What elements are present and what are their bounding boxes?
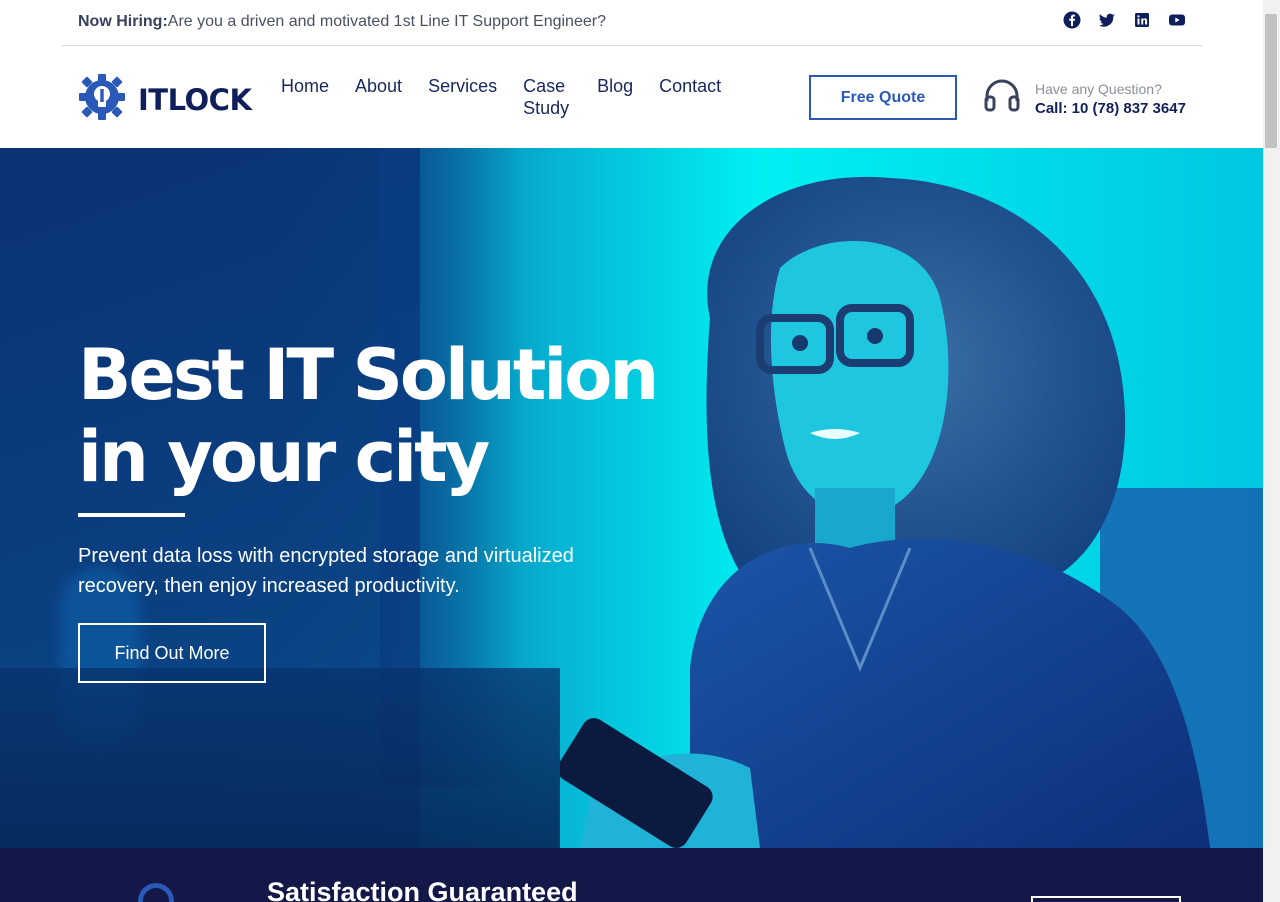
social-links xyxy=(1063,11,1186,29)
hero-title: Best IT Solution in your city xyxy=(78,334,659,498)
band-button[interactable] xyxy=(1031,896,1181,902)
contact-info[interactable]: Have any Question? Call: 10 (78) 837 364… xyxy=(983,77,1186,120)
hero-title-line-1: Best IT Solution xyxy=(78,334,659,416)
call-number[interactable]: Call: 10 (78) 837 3647 xyxy=(1035,99,1186,119)
hero-title-line-2: in your city xyxy=(78,416,490,498)
linkedin-icon[interactable] xyxy=(1133,11,1151,29)
gear-bulb-icon xyxy=(78,73,126,126)
nav-home[interactable]: Home xyxy=(281,75,329,119)
find-out-more-button[interactable]: Find Out More xyxy=(78,623,266,683)
satisfaction-icon xyxy=(138,883,174,902)
youtube-icon[interactable] xyxy=(1168,11,1186,29)
hero-background-desk xyxy=(0,668,560,848)
headset-icon xyxy=(983,77,1021,120)
hero-person-image xyxy=(560,176,1263,848)
facebook-icon[interactable] xyxy=(1063,11,1081,29)
question-text: Have any Question? xyxy=(1035,80,1162,97)
free-quote-button[interactable]: Free Quote xyxy=(809,75,957,120)
band-title: Satisfaction Guaranteed xyxy=(267,877,578,902)
nav-services[interactable]: Services xyxy=(428,75,497,119)
contact-text: Have any Question? Call: 10 (78) 837 364… xyxy=(1035,79,1186,119)
top-bar: Now Hiring:Are you a driven and motivate… xyxy=(62,0,1202,46)
nav-contact[interactable]: Contact xyxy=(659,75,721,119)
nav-blog[interactable]: Blog xyxy=(597,75,633,119)
logo-text: ITLOCK xyxy=(138,82,252,117)
twitter-icon[interactable] xyxy=(1098,11,1116,29)
hiring-notice[interactable]: Now Hiring:Are you a driven and motivate… xyxy=(78,13,606,31)
hero-section: Best IT Solution in your city Prevent da… xyxy=(0,148,1263,848)
main-nav: Home About Services Case Study Blog Cont… xyxy=(281,75,721,119)
hiring-text: Are you a driven and motivated 1st Line … xyxy=(167,13,606,30)
site-header: ITLOCK Home About Services Case Study Bl… xyxy=(0,47,1263,148)
hero-divider xyxy=(78,513,185,517)
hiring-label: Now Hiring: xyxy=(78,13,168,30)
nav-about[interactable]: About xyxy=(355,75,402,119)
scrollbar-thumb[interactable] xyxy=(1265,14,1277,148)
hero-subtitle: Prevent data loss with encrypted storage… xyxy=(78,545,574,597)
nav-case-study[interactable]: Case Study xyxy=(523,75,571,119)
logo[interactable]: ITLOCK xyxy=(78,73,252,126)
scrollbar[interactable] xyxy=(1263,0,1280,902)
satisfaction-band: Satisfaction Guaranteed xyxy=(0,848,1263,902)
